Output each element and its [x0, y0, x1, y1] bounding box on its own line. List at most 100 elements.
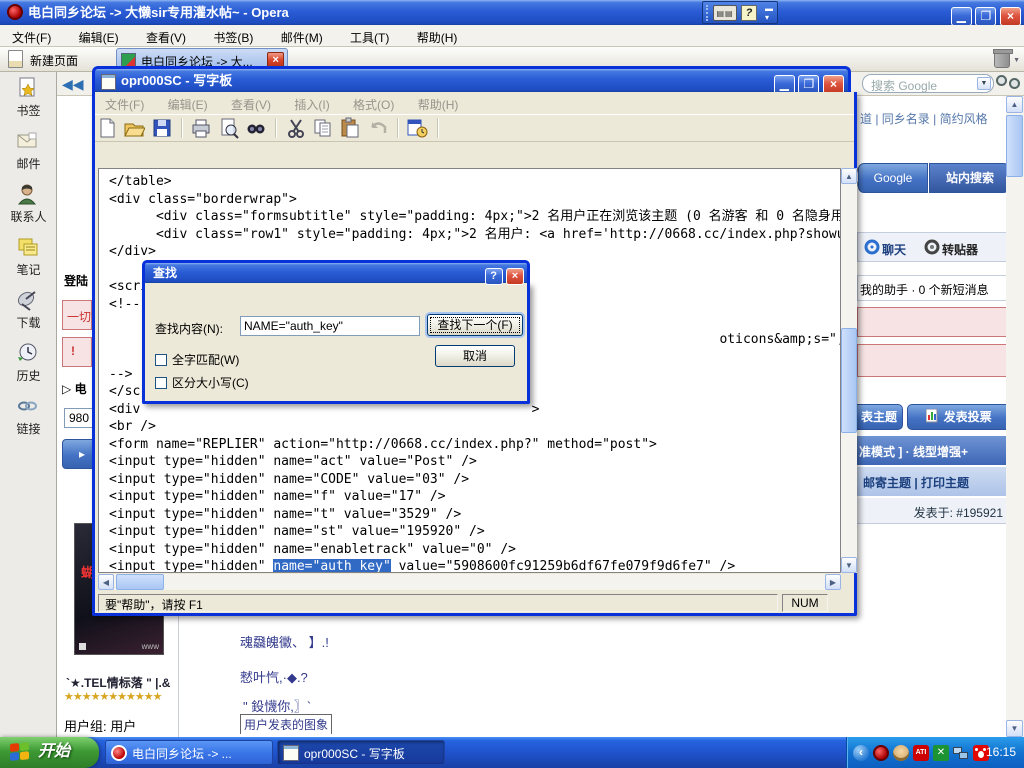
checkbox-icon[interactable]: [155, 354, 167, 366]
scroll-thumb[interactable]: [116, 574, 164, 590]
scroll-down-icon[interactable]: ▼: [841, 557, 857, 573]
wp-menu-view[interactable]: 查看(V): [221, 92, 281, 113]
keyboard-icon[interactable]: ▤▤: [713, 5, 737, 21]
tray-ati-icon[interactable]: ATI: [913, 745, 929, 761]
chat-label[interactable]: 聊天: [882, 241, 906, 258]
sidebar-item-links[interactable]: 链接: [0, 390, 57, 443]
repost-label[interactable]: 转贴器: [942, 241, 978, 258]
language-bar[interactable]: ▤▤ ? ▬▾: [702, 1, 778, 24]
save-icon[interactable]: [151, 117, 173, 139]
match-whole-word-checkbox[interactable]: 全字匹配(W): [155, 351, 239, 368]
dialog-help-icon[interactable]: ?: [485, 268, 503, 285]
wp-menu-file[interactable]: 文件(F): [95, 92, 154, 113]
find-next-button[interactable]: 查找下一个(F): [427, 314, 523, 336]
trash-dropdown-icon[interactable]: ▼: [1013, 57, 1020, 64]
tray-opera-icon[interactable]: [873, 745, 889, 761]
windows-flag-icon: [10, 742, 30, 762]
menu-tools[interactable]: 工具(T): [338, 25, 401, 46]
sidebar-item-bookmarks[interactable]: 书签: [0, 72, 57, 125]
paste-icon[interactable]: [339, 117, 361, 139]
wordpad-titlebar[interactable]: opr000SC - 写字板 ▁ ❐ ×: [92, 66, 851, 92]
spectacles-zoom-icon[interactable]: [996, 75, 1022, 91]
tray-netmeeting-icon[interactable]: ✕: [933, 745, 949, 761]
wp-menu-insert[interactable]: 插入(I): [284, 92, 339, 113]
find-dialog-titlebar[interactable]: 查找 ? ×: [142, 260, 530, 283]
sidebar-item-transfers[interactable]: 下载: [0, 284, 57, 337]
match-case-checkbox[interactable]: 区分大小写(C): [155, 374, 249, 391]
menu-mail[interactable]: 邮件(M): [269, 25, 335, 46]
copy-icon[interactable]: [312, 117, 334, 139]
scroll-left-icon[interactable]: ◀: [98, 574, 114, 590]
new-page-button[interactable]: 新建页面: [4, 49, 86, 70]
date-time-icon[interactable]: [406, 117, 428, 139]
sidebar-item-notes[interactable]: 笔记: [0, 231, 57, 284]
menu-help[interactable]: 帮助(H): [405, 25, 470, 46]
page-scrollbar[interactable]: ▲ ▼: [1006, 96, 1024, 737]
checkbox-icon[interactable]: [155, 377, 167, 389]
find-icon[interactable]: [245, 117, 267, 139]
cancel-button[interactable]: 取消: [435, 345, 515, 367]
print-preview-icon[interactable]: [218, 117, 240, 139]
forum-nav-links[interactable]: 道 | 同乡名录 | 简约风格: [860, 110, 988, 127]
display-mode-bar[interactable]: 准模式 ] · 线型增强+: [855, 436, 1006, 465]
wordpad-vertical-scrollbar[interactable]: ▲ ▼: [841, 168, 857, 573]
post-username[interactable]: `★.TEL情标落 " |.&: [66, 674, 170, 691]
wp-menu-help[interactable]: 帮助(H): [408, 92, 469, 113]
wordpad-window-title: opr000SC - 写字板: [121, 69, 232, 93]
new-poll-button[interactable]: 发表投票: [907, 404, 1006, 430]
find-what-input[interactable]: NAME="auth_key": [240, 316, 420, 336]
new-document-icon[interactable]: [96, 117, 118, 139]
search-input[interactable]: 搜索 Google ▼: [862, 74, 994, 93]
tray-messenger-icon[interactable]: [893, 745, 909, 761]
post-signature-line: 魂飝魄黴、 】.!: [240, 632, 329, 651]
search-engine-dropdown-icon[interactable]: ▼: [977, 77, 991, 90]
forum-tree-fragment[interactable]: ▷ 电: [62, 380, 87, 397]
trash-icon[interactable]: [994, 51, 1010, 68]
site-search-button[interactable]: 站内搜索: [929, 163, 1006, 193]
open-file-icon[interactable]: [123, 117, 145, 139]
taskbar-item-wordpad[interactable]: opr000SC - 写字板: [277, 740, 445, 765]
tray-collapse-chevron-icon[interactable]: ‹: [853, 745, 869, 761]
taskbar-item-opera[interactable]: 电白同乡论坛 -> ...: [105, 740, 273, 765]
dialog-close-icon[interactable]: ×: [506, 268, 524, 285]
scroll-right-icon[interactable]: ▶: [825, 574, 841, 590]
notes-icon: [16, 235, 40, 259]
rewind-icon[interactable]: ◀◀: [62, 75, 88, 93]
google-search-button[interactable]: Google: [858, 163, 928, 193]
sidebar-item-contacts[interactable]: 联系人: [0, 178, 57, 231]
wordpad-horizontal-scrollbar[interactable]: ◀ ▶: [98, 574, 841, 590]
language-help-icon[interactable]: ?: [741, 5, 757, 21]
print-icon[interactable]: [190, 117, 212, 139]
tray-network-icon[interactable]: [953, 745, 969, 761]
menu-bookmarks[interactable]: 书签(B): [201, 25, 265, 46]
scroll-thumb[interactable]: [841, 328, 857, 433]
language-bar-minimize-icon[interactable]: ▬▾: [765, 4, 773, 22]
forum-login-fragment[interactable]: 登陆: [64, 272, 88, 289]
tray-clock[interactable]: 16:15: [986, 745, 1016, 759]
opera-menubar: 文件(F) 编辑(E) 查看(V) 书签(B) 邮件(M) 工具(T) 帮助(H…: [0, 25, 1024, 47]
wp-menu-edit[interactable]: 编辑(E): [158, 92, 218, 113]
scroll-up-icon[interactable]: ▲: [1006, 96, 1023, 113]
wp-menu-format[interactable]: 格式(O): [343, 92, 404, 113]
menu-edit[interactable]: 编辑(E): [67, 25, 131, 46]
opera-minimize-button[interactable]: ▁: [951, 7, 972, 26]
menu-file[interactable]: 文件(F): [0, 25, 63, 46]
code-line: <input type="hidden" name="CODE" value="…: [109, 471, 469, 488]
scroll-up-icon[interactable]: ▲: [841, 168, 857, 184]
sidebar-item-mail[interactable]: 邮件: [0, 125, 57, 178]
start-button[interactable]: 开始: [0, 737, 99, 768]
language-bar-grip[interactable]: [706, 5, 710, 21]
assistant-message[interactable]: 我的助手 · 0 个新短消息: [857, 275, 1006, 301]
menu-view[interactable]: 查看(V): [134, 25, 198, 46]
mail-print-bar[interactable]: 邮寄主题 | 打印主题: [855, 467, 1006, 496]
cut-icon[interactable]: [285, 117, 307, 139]
undo-icon: [367, 117, 389, 139]
sidebar-item-history[interactable]: 历史: [0, 337, 57, 390]
new-topic-button-fragment[interactable]: 表主题: [855, 404, 903, 430]
opera-restore-button[interactable]: ❐: [975, 7, 996, 26]
user-images-label[interactable]: 用户发表的图象: [240, 714, 332, 734]
scroll-down-icon[interactable]: ▼: [1006, 720, 1023, 737]
scroll-thumb[interactable]: [1006, 115, 1023, 177]
new-page-icon: [8, 50, 23, 68]
opera-close-button[interactable]: ×: [1000, 7, 1021, 26]
